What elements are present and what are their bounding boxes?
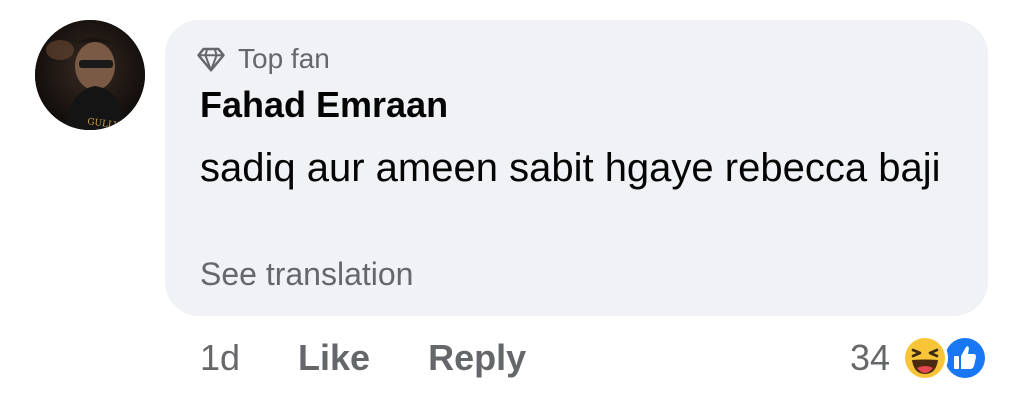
reaction-icons — [900, 333, 990, 383]
badge-label: Top fan — [238, 43, 330, 74]
avatar[interactable]: GULLYGANG — [35, 20, 145, 130]
author-name[interactable]: Fahad Emraan — [200, 84, 448, 126]
comment-actions: 1d Like Reply — [200, 336, 526, 380]
reactions-summary[interactable]: 34 — [850, 332, 990, 384]
like-button[interactable]: Like — [298, 337, 370, 379]
comment-text: sadiq aur ameen sabit hgaye rebecca baji — [200, 146, 941, 190]
avatar-photo: GULLYGANG — [35, 20, 145, 130]
reaction-count: 34 — [849, 337, 890, 378]
diamond-icon — [196, 44, 226, 74]
timestamp[interactable]: 1d — [200, 337, 240, 379]
haha-icon — [900, 333, 950, 383]
comment-container: GULLYGANG Top fan Fahad Emraan sadiq aur… — [0, 0, 1024, 413]
top-fan-badge[interactable]: Top fan — [196, 42, 330, 76]
reply-button[interactable]: Reply — [428, 337, 526, 379]
see-translation-link[interactable]: See translation — [200, 256, 413, 293]
